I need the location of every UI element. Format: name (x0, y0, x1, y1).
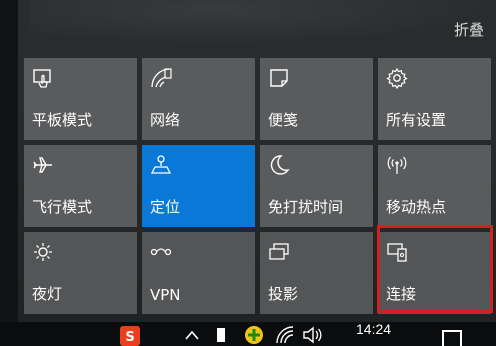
plus-circle-icon[interactable] (244, 325, 264, 345)
tile-all-settings[interactable]: 所有设置 (378, 58, 491, 140)
tile-label: 定位 (150, 198, 181, 216)
location-icon (150, 155, 172, 174)
tablet-mode-icon (33, 69, 51, 88)
tile-label: 所有设置 (386, 111, 447, 129)
tile-label: VPN (150, 286, 181, 304)
tile-label: 便笺 (268, 111, 299, 129)
tile-label: 移动热点 (386, 198, 447, 216)
taskbar-clock[interactable]: 14:24 (356, 321, 391, 337)
project-icon (269, 243, 289, 260)
moon-icon (270, 155, 290, 175)
action-center-panel: 折叠 平板模式 网络 便笺 所有设置 飞行模式 定位 免打扰时间 移动热点 夜灯… (0, 0, 496, 322)
taskbar: S (0, 322, 496, 346)
tile-label: 网络 (150, 111, 181, 129)
tile-location[interactable]: 定位 (142, 145, 255, 227)
tile-label: 投影 (268, 285, 299, 303)
tile-night-light[interactable]: 夜灯 (24, 232, 137, 314)
sogou-input-icon[interactable]: S (120, 326, 140, 346)
tile-vpn[interactable]: VPN (142, 232, 255, 314)
blurred-background (30, 0, 490, 46)
tile-airplane-mode[interactable]: 飞行模式 (24, 145, 137, 227)
tile-label: 免打扰时间 (268, 198, 344, 216)
vpn-icon (150, 248, 172, 256)
chevron-up-icon[interactable] (184, 328, 200, 342)
tile-connect[interactable]: 连接 (378, 232, 491, 314)
tile-label: 连接 (386, 285, 417, 303)
quick-actions-grid: 平板模式 网络 便笺 所有设置 飞行模式 定位 免打扰时间 移动热点 夜灯 VP… (24, 58, 492, 314)
tile-network[interactable]: 网络 (142, 58, 255, 140)
tile-tablet-mode[interactable]: 平板模式 (24, 58, 137, 140)
desktop-edge (0, 0, 18, 322)
tile-label: 飞行模式 (32, 198, 93, 216)
svg-text:S: S (125, 330, 134, 345)
network-icon (151, 68, 172, 88)
settings-icon (386, 67, 408, 89)
notification-icon[interactable] (442, 330, 462, 346)
night-light-icon (34, 243, 52, 261)
note-icon (270, 69, 288, 87)
tile-sticky-notes[interactable]: 便笺 (260, 58, 373, 140)
airplane-icon (33, 157, 52, 173)
tile-label: 夜灯 (32, 285, 63, 303)
tile-project[interactable]: 投影 (260, 232, 373, 314)
connect-icon (387, 243, 407, 262)
tile-label: 平板模式 (32, 111, 93, 129)
collapse-button[interactable]: 折叠 (454, 19, 484, 40)
volume-icon[interactable] (302, 326, 322, 344)
hotspot-icon (387, 156, 407, 174)
tile-quiet-hours[interactable]: 免打扰时间 (260, 145, 373, 227)
usb-icon[interactable] (214, 326, 228, 344)
tile-mobile-hotspot[interactable]: 移动热点 (378, 145, 491, 227)
wifi-icon[interactable] (276, 326, 294, 344)
